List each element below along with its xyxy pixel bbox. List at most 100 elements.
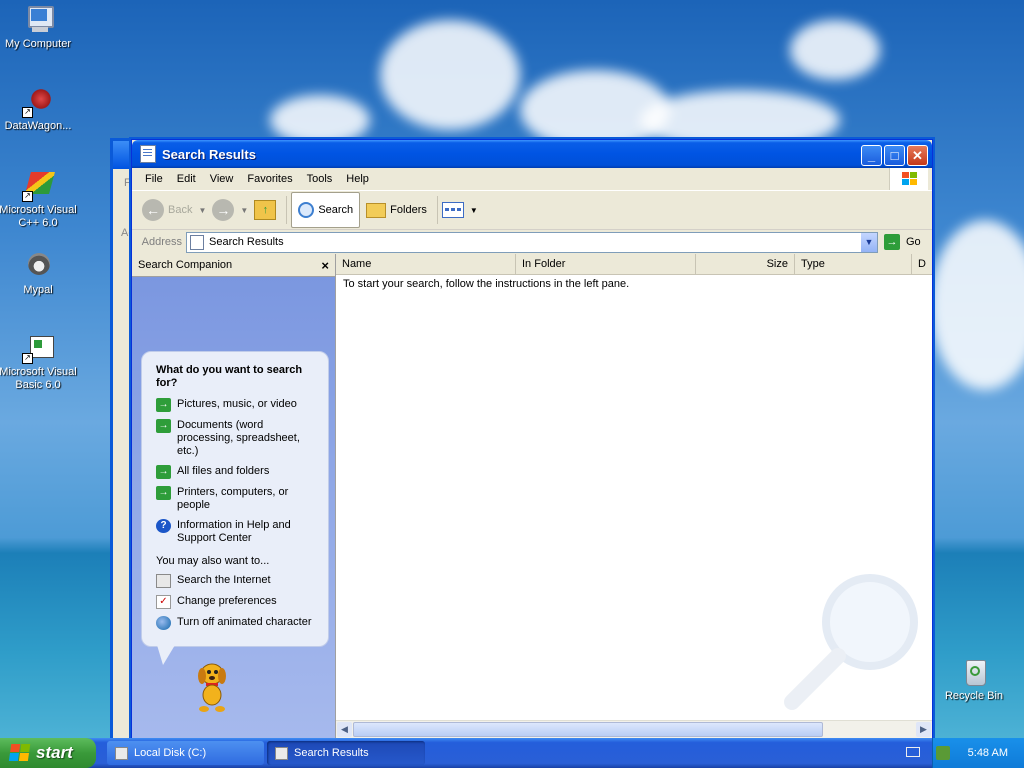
clock[interactable]: 5:48 AM (968, 747, 1008, 759)
menu-view[interactable]: View (203, 171, 241, 187)
go-button[interactable]: → Go (884, 234, 921, 250)
globe-icon (156, 616, 171, 630)
taskbar-item-local-disk[interactable]: Local Disk (C:) (107, 741, 264, 765)
cloud (930, 220, 1024, 390)
option-all-files-folders[interactable]: → All files and folders (156, 465, 321, 479)
address-dropdown-icon[interactable]: ▼ (861, 232, 877, 252)
desktop-icon-visual-basic[interactable]: ↗ Microsoft Visual Basic 6.0 (0, 332, 78, 392)
option-label: Information in Help and Support Center (177, 519, 291, 544)
window-title: Search Results (162, 146, 256, 162)
results-pane: Name In Folder Size Type D To start your… (336, 254, 932, 738)
start-label: start (36, 743, 73, 762)
column-header-row: Name In Folder Size Type D (336, 254, 932, 275)
menu-tools[interactable]: Tools (300, 171, 340, 187)
search-companion-body: What do you want to search for? → Pictur… (132, 277, 335, 738)
checklist-icon: ✓ (156, 595, 171, 609)
option-printers-computers-people[interactable]: → Printers, computers, or people (156, 486, 321, 512)
search-results-window[interactable]: Search Results _ □ ✕ File Edit View Favo… (131, 139, 933, 739)
address-field[interactable]: Search Results ▼ (186, 231, 878, 253)
content-area: Search Companion × What do you want to s… (132, 254, 932, 738)
option-turn-off-character[interactable]: Turn off animated character (156, 616, 321, 630)
views-button[interactable]: ▼ (441, 202, 478, 218)
desktop-icon-label: Microsoft Visual Basic 6.0 (0, 366, 77, 391)
go-label: Go (906, 236, 921, 248)
column-name[interactable]: Name (336, 254, 516, 274)
back-dropdown-icon[interactable]: ▼ (198, 206, 206, 215)
mypal-icon (22, 250, 54, 282)
search-dog-character-icon[interactable] (190, 658, 232, 714)
search-label: Search (318, 204, 354, 216)
search-button[interactable]: Search (291, 192, 361, 228)
option-label: All files and folders (177, 465, 270, 477)
column-type[interactable]: Type (795, 254, 912, 274)
column-size[interactable]: Size (696, 254, 795, 274)
green-arrow-icon: → (156, 398, 171, 412)
back-button[interactable]: ← Back ▼ (142, 199, 206, 221)
address-value: Search Results (209, 236, 284, 248)
taskbar-item-search-results[interactable]: Search Results (267, 741, 425, 765)
option-label: Search the Internet (177, 574, 271, 586)
option-search-internet[interactable]: Search the Internet (156, 574, 321, 588)
minimize-button[interactable]: _ (861, 145, 882, 166)
forward-dropdown-icon[interactable]: ▼ (240, 206, 248, 215)
column-date[interactable]: D (912, 254, 932, 274)
close-companion-icon[interactable]: × (321, 258, 329, 273)
maximize-button[interactable]: □ (884, 145, 905, 166)
desktop-icon-my-computer[interactable]: My Computer (0, 4, 78, 51)
horizontal-scrollbar[interactable]: ◀ ▶ (336, 720, 932, 738)
column-in-folder[interactable]: In Folder (516, 254, 696, 274)
also-heading: You may also want to... (156, 555, 270, 567)
menu-file[interactable]: File (138, 171, 170, 187)
empty-results-message: To start your search, follow the instruc… (343, 278, 630, 290)
desktop-icon-recycle-bin[interactable]: Recycle Bin (934, 656, 1014, 703)
option-help-support[interactable]: ? Information in Help and Support Center (156, 519, 321, 545)
shortcut-arrow-icon: ↗ (22, 353, 33, 364)
windows-logo-icon (889, 168, 928, 190)
scrollbar-thumb[interactable] (353, 722, 823, 737)
scroll-left-icon[interactable]: ◀ (337, 722, 352, 737)
address-label: Address (141, 236, 182, 248)
desktop-icon-datawagon[interactable]: ↗ DataWagon... (0, 86, 78, 133)
close-button[interactable]: ✕ (907, 145, 928, 166)
green-arrow-icon: → (156, 419, 171, 433)
desktop-icon-visual-cpp[interactable]: ↗ Microsoft Visual C++ 6.0 (0, 170, 78, 230)
folders-button[interactable]: Folders (366, 202, 427, 218)
option-label: Printers, computers, or people (177, 486, 289, 511)
tray-app-icon[interactable] (935, 746, 950, 760)
menu-bar: File Edit View Favorites Tools Help (132, 168, 932, 191)
taskbar-item-label: Local Disk (C:) (134, 747, 207, 759)
toolbar-separator (286, 196, 288, 224)
search-options-bubble: What do you want to search for? → Pictur… (141, 351, 329, 647)
green-arrow-icon: → (156, 486, 171, 500)
search-results-page-icon (275, 746, 288, 760)
search-results-window-icon (140, 145, 156, 163)
option-documents[interactable]: → Documents (word processing, spreadshee… (156, 419, 321, 458)
menu-edit[interactable]: Edit (170, 171, 203, 187)
magnifier-watermark-icon (784, 574, 918, 710)
cloud (380, 20, 520, 130)
cloud (270, 95, 370, 145)
window-titlebar[interactable]: Search Results _ □ ✕ (132, 140, 932, 168)
desktop-icon-mypal[interactable]: Mypal (0, 250, 78, 297)
keyboard-icon[interactable] (906, 747, 920, 757)
forward-button[interactable]: → ▼ (212, 199, 248, 221)
search-question: What do you want to search for? (156, 364, 303, 389)
menu-favorites[interactable]: Favorites (240, 171, 299, 187)
search-companion-header: Search Companion × (132, 254, 335, 277)
help-icon: ? (156, 519, 171, 533)
views-dropdown-icon: ▼ (469, 205, 478, 215)
folders-label: Folders (390, 204, 427, 216)
toolbar: ← Back ▼ → ▼ ↑ Search Folders ▼ (132, 191, 932, 230)
desktop-icon-label: Recycle Bin (944, 690, 1004, 702)
option-pictures-music-video[interactable]: → Pictures, music, or video (156, 398, 321, 412)
desktop-icon-label: DataWagon... (4, 120, 72, 132)
cloud (790, 20, 880, 80)
menu-help[interactable]: Help (339, 171, 376, 187)
scroll-right-icon[interactable]: ▶ (916, 722, 931, 737)
forward-arrow-icon: → (212, 199, 235, 221)
option-change-preferences[interactable]: ✓ Change preferences (156, 595, 321, 609)
desktop-icon-label: My Computer (4, 38, 72, 50)
start-button[interactable]: start (0, 738, 96, 768)
up-button[interactable]: ↑ (254, 200, 277, 220)
shortcut-arrow-icon: ↗ (22, 107, 33, 118)
